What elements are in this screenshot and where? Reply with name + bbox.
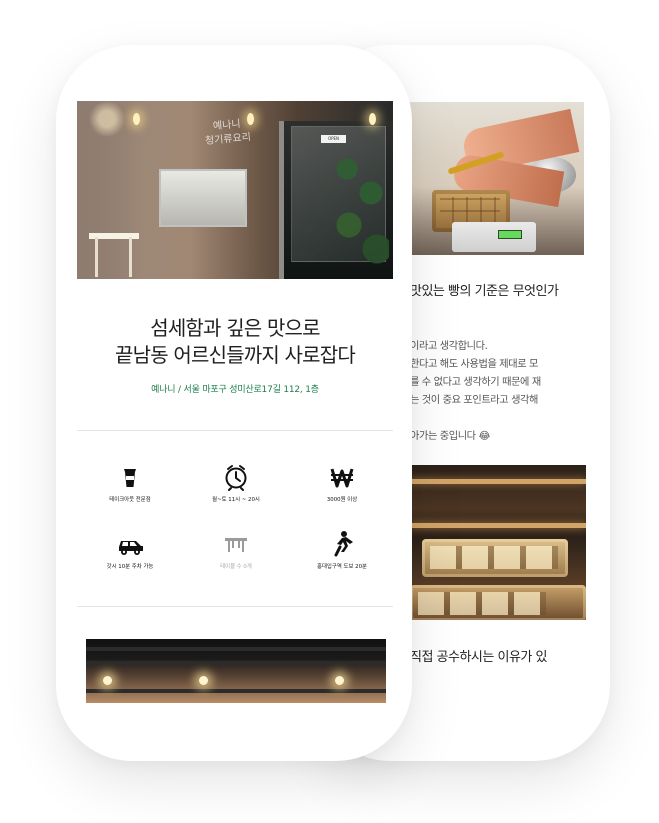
cafe-front-photo: 예나니 청기류요리 OPEN (77, 101, 393, 279)
amenity-grid: 테이크아웃 전문점 월~토 11시 ~ 20시 3000원 이상 갓시 10분 … (80, 462, 392, 582)
pendant-light (103, 676, 112, 685)
cafe-interior-photo (86, 639, 386, 703)
amenity-label: 홍대입구역 도보 20분 (317, 564, 367, 570)
alarm-clock-icon (221, 462, 251, 492)
ceiling-lamp (369, 113, 376, 125)
amenity-item: 갓시 10분 주차 가능 (80, 529, 180, 571)
amenity-item: 테이크아웃 전문점 (80, 462, 180, 504)
table-leg (129, 237, 132, 277)
table-icon (221, 529, 251, 559)
oven-bread-photo (410, 465, 586, 620)
ceiling-beam (86, 647, 386, 651)
pendant-light (199, 676, 208, 685)
ceiling-beam (86, 661, 386, 665)
app-preview-stage: 맛있는 빵의 기준은 무엇인가 이라고 생각합니다. 한다고 해도 사용법을 제… (0, 0, 659, 823)
front-phone-card: 예나니 청기류요리 OPEN 섬세함과 깊은 맛으로 끝남동 어르신들까지 사로… (56, 45, 412, 761)
amenity-label: 테이블 수 0개 (220, 564, 252, 570)
divider (77, 430, 393, 431)
article-heading-2: 직접 공수하시는 이유가 있 (410, 650, 547, 665)
cafe-logo-text: 예나니 청기류요리 (204, 118, 252, 147)
ceiling-lamp (133, 113, 140, 125)
walking-person-icon (327, 529, 357, 559)
car-icon (115, 529, 145, 559)
amenity-item: 3000원 이상 (292, 462, 392, 504)
scale-display (498, 230, 522, 239)
ceiling-lamp (247, 113, 254, 125)
article-body: 이라고 생각합니다. 한다고 해도 사용법을 제대로 모 를 수 없다고 생각하… (410, 341, 541, 442)
plant-decoration (327, 129, 389, 279)
bread-tin (410, 585, 586, 620)
open-sign: OPEN (321, 135, 346, 143)
amenity-label: 3000원 이상 (326, 497, 358, 503)
amenity-label: 갓시 10분 주차 가능 (106, 564, 154, 570)
amenity-label: 월~토 11시 ~ 20시 (212, 497, 260, 503)
amenity-item: 월~토 11시 ~ 20시 (186, 462, 286, 504)
amenity-item: 홍대입구역 도보 20분 (292, 529, 392, 571)
display-counter (159, 169, 247, 227)
table-leg (95, 237, 98, 277)
divider (77, 606, 393, 607)
ceiling-beam (86, 689, 386, 693)
amenity-label: 테이크아웃 전문점 (109, 497, 151, 503)
bread-tin (422, 539, 568, 577)
digital-scale (452, 222, 536, 252)
store-title: 섬세함과 깊은 맛으로 끝남동 어르신들까지 사로잡다 (115, 316, 356, 367)
oven-rack (410, 479, 586, 484)
pendant-light (335, 676, 344, 685)
article-heading-1: 맛있는 빵의 기준은 무엇인가 (410, 284, 559, 299)
amenity-item: 테이블 수 0개 (186, 529, 286, 571)
bakery-prep-photo (410, 102, 584, 255)
coffee-cup-icon (115, 462, 145, 492)
oven-rack (410, 523, 586, 528)
won-currency-icon (327, 462, 357, 492)
store-address: 예나니 / 서울 마포구 성미산로17길 112, 1층 (151, 385, 319, 395)
